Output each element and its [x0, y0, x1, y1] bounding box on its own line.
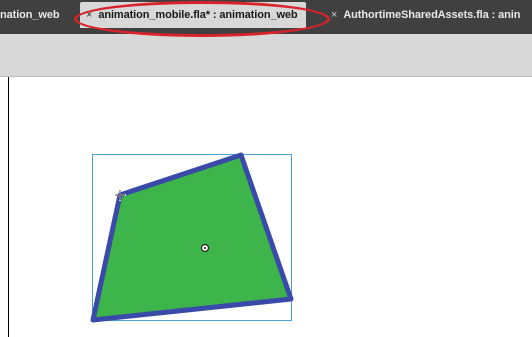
stage-canvas[interactable]: [0, 0, 532, 337]
quadrilateral-shape[interactable]: [90, 152, 294, 323]
registration-point-icon[interactable]: [200, 243, 210, 253]
